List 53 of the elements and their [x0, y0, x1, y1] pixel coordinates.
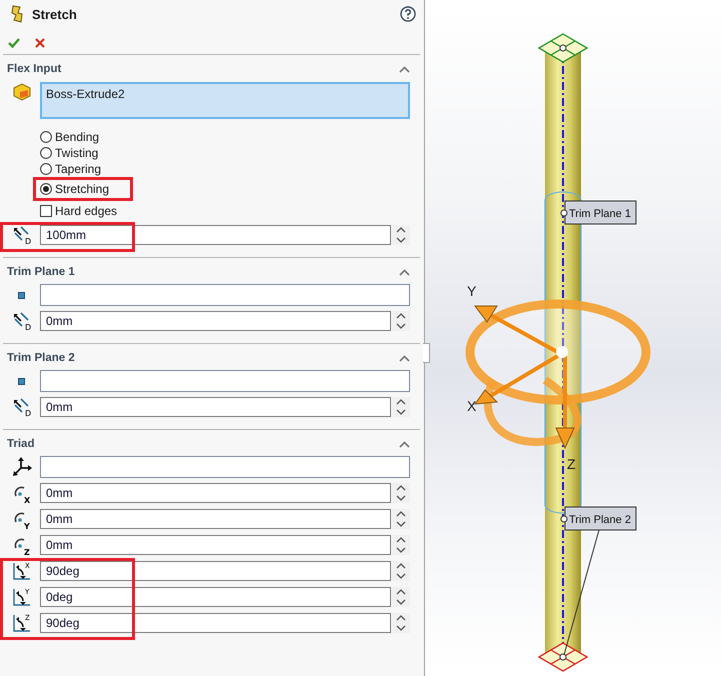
number-field[interactable]: 90deg [40, 613, 391, 633]
spinner-icon[interactable] [392, 587, 410, 607]
body-icon [12, 82, 32, 102]
number-field[interactable]: 100mm [40, 225, 391, 245]
panel-collapse-handle[interactable] [423, 343, 430, 363]
spinner-icon[interactable] [392, 397, 410, 417]
plane-icon [18, 378, 25, 384]
cancel-x-icon[interactable] [34, 37, 46, 49]
axes-icon [12, 457, 32, 477]
spinner-icon[interactable] [392, 561, 410, 581]
spinner-icon[interactable] [392, 225, 410, 245]
selection-list[interactable]: Boss-Extrude2 [40, 82, 410, 119]
radio-label[interactable]: Tapering [55, 162, 102, 176]
radio-button[interactable] [40, 147, 52, 159]
spinner-icon[interactable] [392, 311, 410, 331]
stretch-feature-icon [10, 5, 24, 23]
collapse-chevron-icon[interactable] [399, 354, 410, 362]
help-icon[interactable] [400, 6, 416, 22]
radio-button[interactable] [40, 163, 52, 175]
number-field[interactable]: 0mm [40, 535, 391, 555]
axis-label: X [467, 398, 476, 414]
radio-button[interactable] [40, 131, 52, 143]
section-title: Triad [7, 438, 36, 450]
number-field[interactable]: 0mm [40, 397, 391, 417]
number-field[interactable]: 90deg [40, 561, 391, 581]
axis-label: Y [467, 283, 476, 299]
radio-label[interactable]: Stretching [55, 182, 110, 196]
number-field[interactable]: 0mm [40, 483, 391, 503]
spinner-icon[interactable] [392, 535, 410, 555]
radio-button[interactable] [40, 183, 52, 195]
selection-field[interactable] [40, 370, 410, 392]
panel-title: Stretch [32, 6, 78, 22]
number-field[interactable]: 0mm [40, 311, 391, 331]
selection-field[interactable] [40, 456, 410, 478]
section-title: Trim Plane 2 [7, 352, 76, 364]
collapse-chevron-icon[interactable] [399, 268, 410, 276]
number-field[interactable]: 0mm [40, 509, 391, 529]
ok-check-icon[interactable] [8, 37, 20, 49]
spinner-icon[interactable] [392, 483, 410, 503]
radio-label[interactable]: Twisting [55, 146, 98, 160]
axis-label: Z [567, 456, 576, 472]
selection-field[interactable] [40, 284, 410, 306]
plane-icon [18, 292, 25, 298]
collapse-chevron-icon[interactable] [399, 440, 410, 448]
radio-label[interactable]: Bending [55, 130, 100, 144]
checkbox-label[interactable]: Hard edges [55, 204, 118, 218]
section-title: Flex Input [7, 63, 62, 75]
section-title: Trim Plane 1 [7, 266, 76, 278]
spinner-icon[interactable] [392, 509, 410, 529]
spinner-icon[interactable] [392, 613, 410, 633]
checkbox[interactable] [40, 205, 52, 217]
collapse-chevron-icon[interactable] [399, 66, 410, 72]
number-field[interactable]: 0deg [40, 587, 391, 607]
